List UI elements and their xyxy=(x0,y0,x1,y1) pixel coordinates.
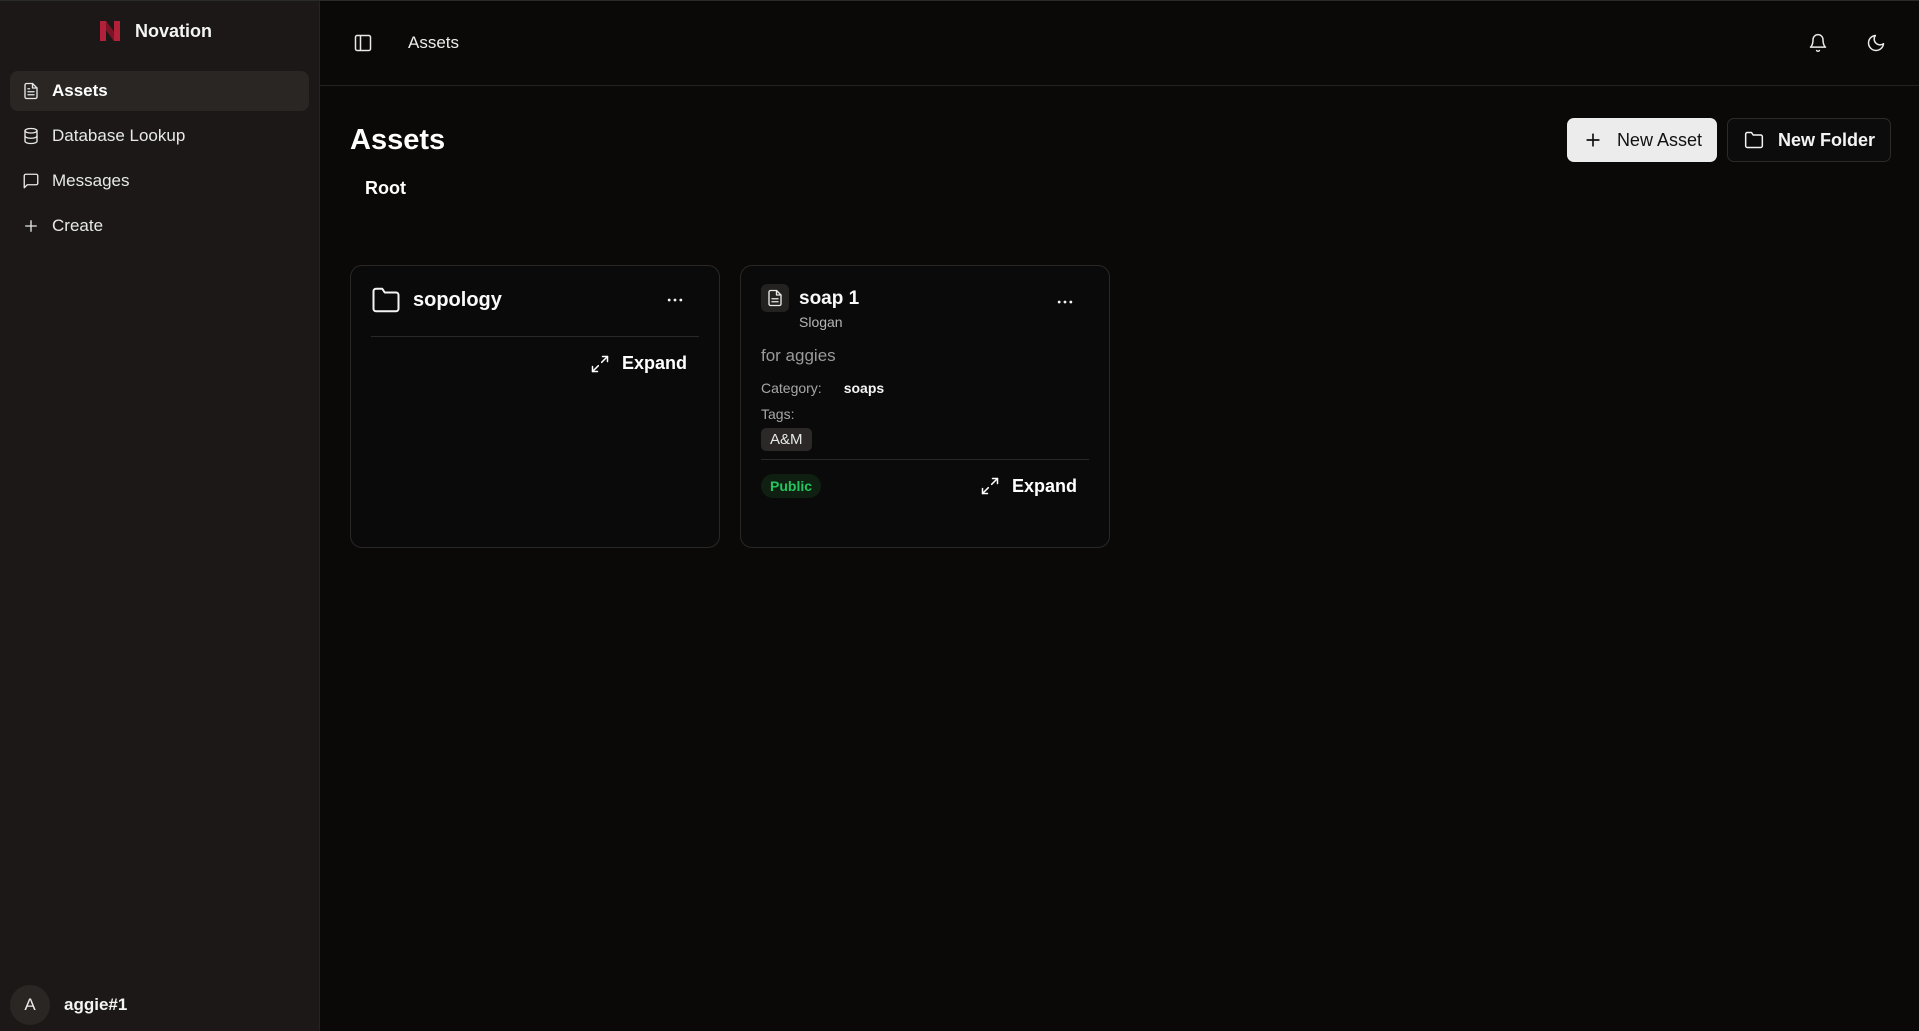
user-menu[interactable]: A aggie#1 xyxy=(10,985,127,1025)
expand-label: Expand xyxy=(621,353,687,373)
more-horizontal-icon xyxy=(1057,300,1073,304)
page-title: Assets xyxy=(350,123,446,156)
expand-icon xyxy=(591,355,609,372)
asset-title: soap 1 xyxy=(799,288,860,309)
sidebar-item-assets[interactable]: Assets xyxy=(10,71,309,111)
folder-card-header: sopology xyxy=(371,284,699,316)
username: aggie#1 xyxy=(64,995,128,1014)
more-horizontal-icon xyxy=(667,298,683,302)
theme-toggle-button[interactable] xyxy=(1863,30,1889,56)
document-icon-badge xyxy=(761,284,789,312)
new-folder-button[interactable]: New Folder xyxy=(1726,118,1891,162)
expand-label: Expand xyxy=(1011,475,1077,496)
asset-grid: sopology Expand soap 1 Slogan for aggies… xyxy=(350,265,1919,548)
asset-card-header: soap 1 Slogan xyxy=(761,284,1089,330)
tag-badge: A&M xyxy=(761,428,812,451)
sidebar-item-messages[interactable]: Messages xyxy=(10,161,309,201)
sidebar-item-create[interactable]: Create xyxy=(10,206,309,246)
app-name: Novation xyxy=(134,20,212,41)
page-actions: New Asset New Folder xyxy=(1566,118,1891,162)
page-header: Assets New Asset New Folder xyxy=(320,118,1919,162)
novation-logo xyxy=(99,21,120,41)
asset-expand-button[interactable]: Expand xyxy=(980,476,1077,497)
bell-icon xyxy=(1809,33,1827,53)
topbar: Assets xyxy=(320,1,1919,86)
moon-icon xyxy=(1867,34,1885,52)
sidebar-nav: Assets Database Lookup Messages Create xyxy=(10,71,309,246)
main-content: Assets Assets New Asset New Folder Root … xyxy=(320,1,1919,1031)
asset-type: Slogan xyxy=(799,314,843,330)
avatar: A xyxy=(10,985,50,1025)
database-icon xyxy=(24,127,38,145)
file-text-icon xyxy=(24,82,38,100)
notifications-button[interactable] xyxy=(1805,30,1831,56)
folder-expand-button[interactable]: Expand xyxy=(590,353,687,374)
plus-icon xyxy=(25,220,37,232)
topbar-actions xyxy=(1805,30,1889,56)
asset-category-row: Category: soaps xyxy=(761,380,1089,396)
tags-label: Tags: xyxy=(761,406,795,422)
new-asset-button[interactable]: New Asset xyxy=(1566,118,1717,162)
new-asset-label: New Asset xyxy=(1616,129,1702,150)
sidebar-item-database-lookup[interactable]: Database Lookup xyxy=(10,116,309,156)
folder-title: sopology xyxy=(413,288,502,311)
asset-description: for aggies xyxy=(761,346,836,365)
breadcrumb[interactable]: Assets xyxy=(408,33,459,53)
category-label: Category: xyxy=(761,380,822,396)
folder-more-button[interactable] xyxy=(661,286,689,314)
document-icon xyxy=(768,289,782,307)
sidebar-item-label: Create xyxy=(52,216,104,235)
asset-more-button[interactable] xyxy=(1051,288,1079,316)
sidebar-item-label: Assets xyxy=(52,81,108,100)
expand-icon xyxy=(981,477,999,495)
sidebar-item-label: Messages xyxy=(52,171,130,190)
folder-icon xyxy=(372,287,400,313)
folder-card[interactable]: sopology Expand xyxy=(350,265,720,548)
app-shell: Novation Assets Database Lookup Messages… xyxy=(0,0,1919,1031)
divider xyxy=(371,336,699,337)
message-square-icon xyxy=(23,173,39,189)
asset-card[interactable]: soap 1 Slogan for aggies Category: soaps… xyxy=(740,265,1110,548)
new-folder-label: New Folder xyxy=(1777,129,1875,150)
sidebar-toggle-button[interactable] xyxy=(350,30,376,56)
plus-icon xyxy=(1586,133,1600,147)
category-value: soaps xyxy=(843,380,885,396)
folder-path[interactable]: Root xyxy=(365,178,1919,199)
sidebar: Novation Assets Database Lookup Messages… xyxy=(0,1,320,1031)
brand[interactable]: Novation xyxy=(10,1,309,61)
sidebar-toggle-icon xyxy=(354,34,372,52)
folder-icon xyxy=(1744,131,1764,149)
visibility-badge: Public xyxy=(761,474,822,498)
divider xyxy=(761,459,1089,460)
sidebar-item-label: Database Lookup xyxy=(52,126,186,145)
